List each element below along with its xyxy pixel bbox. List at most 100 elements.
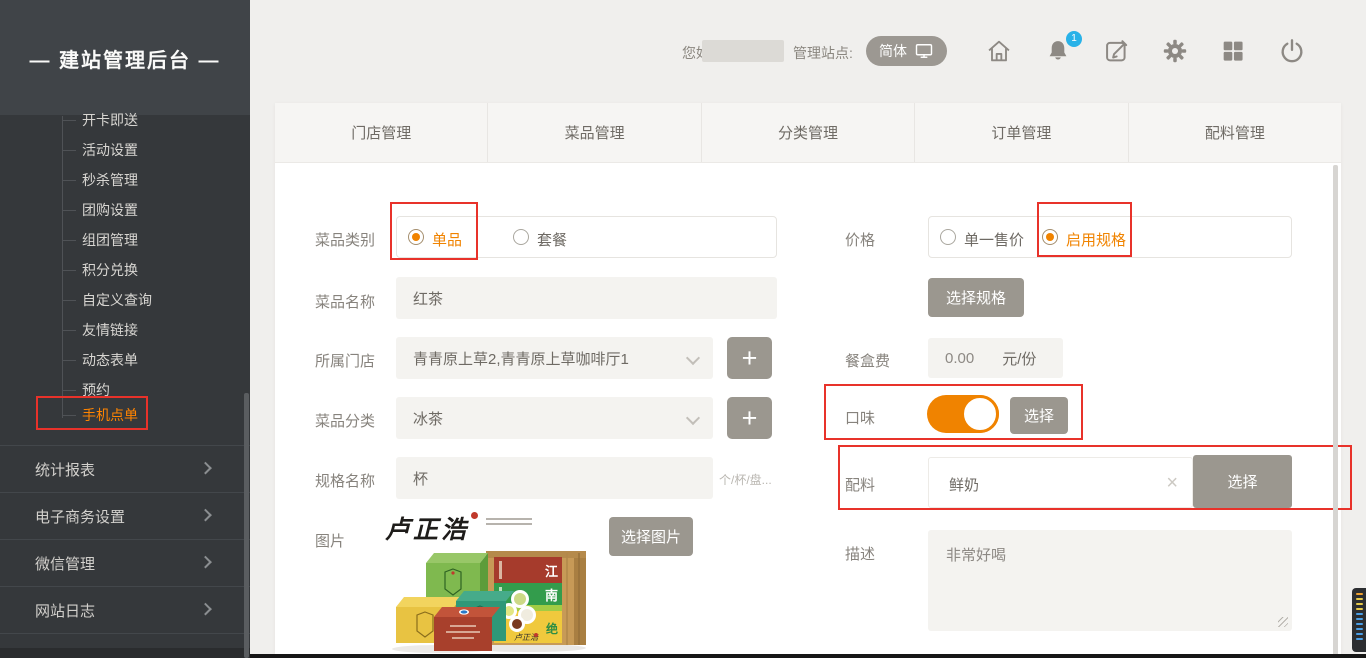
right-edge-widget [1352, 588, 1366, 652]
flavor-toggle[interactable] [927, 395, 999, 433]
panel-scrollbar[interactable] [1333, 165, 1338, 658]
sidebar-item-label: 手机点单 [82, 405, 138, 425]
sidebar-item-jifen[interactable]: 积分兑换 [62, 260, 138, 280]
language-button[interactable]: 简体 [866, 36, 947, 66]
home-icon[interactable] [985, 37, 1013, 65]
tree-tick [62, 120, 76, 121]
section-label: 电子商务设置 [0, 506, 125, 527]
radio-enable-spec-label[interactable]: 启用规格 [1066, 229, 1126, 250]
divider [0, 633, 250, 634]
app-title: — 建站管理后台 — [0, 44, 250, 73]
tab-category-management[interactable]: 分类管理 [702, 103, 915, 162]
radio-single-item-label[interactable]: 单品 [432, 229, 462, 250]
spec-name-input[interactable]: 杯 [396, 457, 713, 499]
spec-name-value: 杯 [413, 468, 428, 489]
toggle-knob [961, 395, 999, 433]
radio-single-price-label[interactable]: 单一售价 [964, 229, 1024, 250]
sidebar-item-shoujidiandan-active[interactable]: 手机点单 [62, 405, 138, 425]
radio-combo[interactable] [513, 229, 529, 245]
tree-tick [62, 180, 76, 181]
redacted-username [702, 40, 784, 62]
tab-dish-management[interactable]: 菜品管理 [488, 103, 701, 162]
chevron-right-icon [199, 556, 212, 569]
tab-order-management[interactable]: 订单管理 [915, 103, 1128, 162]
choose-spec-button[interactable]: 选择规格 [928, 278, 1024, 317]
radio-single-price[interactable] [940, 229, 956, 245]
sidebar-item-dongtai[interactable]: 动态表单 [62, 350, 138, 370]
sidebar-item-zidingyi[interactable]: 自定义查询 [62, 290, 152, 310]
store-select[interactable]: 青青原上草2,青青原上草咖啡厅1 [396, 337, 713, 379]
brand-logo: 卢正浩 [385, 510, 532, 546]
tab-ingredient-management[interactable]: 配料管理 [1129, 103, 1341, 162]
tab-store-management[interactable]: 门店管理 [275, 103, 488, 162]
box-fee-unit: 元/份 [1002, 348, 1036, 369]
classify-select-value: 冰茶 [413, 408, 443, 429]
sidebar-item-tuangou[interactable]: 团购设置 [62, 200, 138, 220]
sidebar-item-miaosha[interactable]: 秒杀管理 [62, 170, 138, 190]
sidebar-item-label: 动态表单 [82, 350, 138, 370]
sidebar-section-tongjibaobiao[interactable]: 统计报表 [0, 445, 250, 492]
gear-icon[interactable] [1161, 37, 1189, 65]
classify-select[interactable]: 冰茶 [396, 397, 713, 439]
box-fee-input[interactable]: 0.00 元/份 [928, 338, 1063, 378]
add-classify-button[interactable]: + [727, 397, 772, 439]
power-icon[interactable] [1278, 37, 1306, 65]
sidebar-item-label: 秒杀管理 [82, 170, 138, 190]
choose-image-button[interactable]: 选择图片 [609, 517, 693, 556]
brand-logo-text: 卢正浩 [385, 510, 469, 546]
page: — 建站管理后台 — 开卡即送 活动设置 秒杀管理 团购设置 组团管理 积分兑换… [0, 0, 1366, 658]
spec-name-hint: 个/杯/盘... [719, 471, 772, 488]
classify-label: 菜品分类 [315, 410, 375, 431]
sidebar-item-label: 开卡即送 [82, 110, 138, 130]
clear-icon[interactable]: × [1166, 472, 1178, 495]
svg-text:江: 江 [545, 564, 558, 579]
desc-value: 非常好喝 [946, 547, 1006, 564]
dish-name-value: 红茶 [413, 288, 443, 309]
brand-seal-icon [471, 512, 478, 519]
price-label: 价格 [845, 229, 875, 250]
sidebar-item-label: 自定义查询 [82, 290, 152, 310]
desc-textarea[interactable]: 非常好喝 [928, 530, 1292, 631]
site-label: 管理站点: [793, 43, 853, 63]
main-panel: 门店管理 菜品管理 分类管理 订单管理 配料管理 菜品类别 单品 套餐 菜品名称… [275, 103, 1341, 658]
sidebar-item-zutuan[interactable]: 组团管理 [62, 230, 138, 250]
sidebar-header: — 建站管理后台 — [0, 0, 250, 115]
tree-tick [62, 300, 76, 301]
sidebar-item-yuyue[interactable]: 预约 [62, 380, 110, 400]
sidebar-item-label: 预约 [82, 380, 110, 400]
brand-logo-subtext [486, 518, 532, 528]
edit-icon[interactable] [1103, 37, 1131, 65]
resize-handle[interactable] [1278, 617, 1288, 627]
tree-tick [62, 210, 76, 211]
grid-icon[interactable] [1219, 37, 1247, 65]
sidebar-item-youqing[interactable]: 友情链接 [62, 320, 138, 340]
ingredient-input[interactable]: 鲜奶 × [928, 457, 1193, 508]
desc-label: 描述 [845, 543, 875, 564]
language-label: 简体 [879, 41, 907, 61]
radio-enable-spec[interactable] [1042, 229, 1058, 245]
sidebar-scrollbar[interactable] [244, 393, 249, 658]
flavor-select-button[interactable]: 选择 [1010, 397, 1068, 434]
monitor-icon [914, 41, 934, 61]
sidebar-item-kaikajisong[interactable]: 开卡即送 [62, 110, 138, 130]
spec-name-label: 规格名称 [315, 470, 375, 491]
radio-combo-label[interactable]: 套餐 [537, 229, 567, 250]
radio-single-item[interactable] [408, 229, 424, 245]
sidebar-section-dianzishangwu[interactable]: 电子商务设置 [0, 492, 250, 539]
chevron-right-icon [199, 603, 212, 616]
ingredient-select-button[interactable]: 选择 [1193, 455, 1292, 508]
sidebar-section-weixinguanli[interactable]: 微信管理 [0, 539, 250, 586]
svg-text:南: 南 [545, 588, 558, 603]
tree-tick [62, 270, 76, 271]
sidebar-item-huodongshezhi[interactable]: 活动设置 [62, 140, 138, 160]
sidebar-item-label: 活动设置 [82, 140, 138, 160]
sidebar-bottom-strip [0, 648, 250, 658]
flavor-label: 口味 [845, 407, 875, 428]
dish-name-input[interactable]: 红茶 [396, 277, 777, 319]
tree-tick [62, 415, 76, 416]
dish-category-label: 菜品类别 [315, 229, 375, 250]
sidebar-item-label: 友情链接 [82, 320, 138, 340]
add-store-button[interactable]: + [727, 337, 772, 379]
ingredient-label: 配料 [845, 474, 875, 495]
sidebar-section-wangzhanrizhi[interactable]: 网站日志 [0, 586, 250, 633]
